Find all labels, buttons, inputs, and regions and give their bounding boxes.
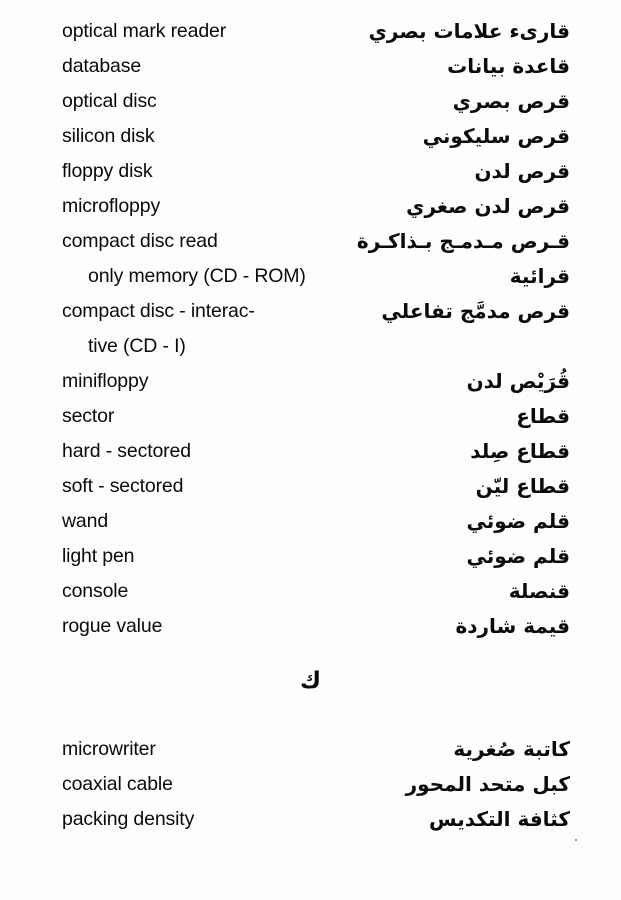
glossary-entry: silicon disk قرص سليكوني [0, 119, 621, 154]
glossary-entry: optical mark reader قارىء علامات بصري [0, 14, 621, 49]
glossary-entry: packing density كثافة التكديس [0, 802, 621, 841]
arabic-term: قرص لدن [270, 154, 570, 189]
glossary-entry: light pen قلم ضوئي [0, 539, 621, 574]
arabic-term-line: قطاع ليّن [475, 474, 570, 498]
scanned-glossary-page: optical mark reader قارىء علامات بصري data… [0, 0, 621, 900]
glossary-entry: wand قلم ضوئي [0, 504, 621, 539]
glossary-entry: hard - sectored قطاع صِلد [0, 434, 621, 469]
glossary-entry: microfloppy قرص لدن صغري [0, 189, 621, 224]
section-divider: ك [0, 644, 621, 732]
glossary-entry: database قاعدة بيانات [0, 49, 621, 84]
arabic-term-line: قرص لدن [474, 159, 570, 183]
glossary-entry: compact disc - interac-tive (CD - I) قرص … [0, 294, 621, 364]
glossary-section-qaf: optical mark reader قارىء علامات بصري data… [0, 14, 621, 644]
section-letter-kaf: ك [299, 668, 322, 694]
arabic-term-line: كثافة التكديس [429, 807, 570, 831]
arabic-term: قاعدة بيانات [270, 49, 570, 84]
arabic-term-line: قاعدة بيانات [447, 54, 570, 78]
arabic-term-line: قرص مدمَّج تفاعلي [381, 299, 570, 323]
arabic-term-line: قيمة شاردة [455, 614, 570, 638]
arabic-term: قارىء علامات بصري [270, 14, 570, 49]
arabic-term-line: قـرص مـدمـج بـذاكـرة [356, 229, 570, 253]
glossary-entry: soft - sectored قطاع ليّن [0, 469, 621, 504]
glossary-entry: minifloppy قُرَيْص لدن [0, 364, 621, 399]
arabic-term-line: قرائية [509, 264, 570, 288]
glossary-entry: console قنصلة [0, 574, 621, 609]
arabic-term-line: قارىء علامات بصري [368, 19, 570, 43]
arabic-term-line: قرص لدن صغري [406, 194, 570, 218]
arabic-term: كبل متحد المحور [270, 767, 570, 802]
arabic-term: قـرص مـدمـج بـذاكـرة قرائية [270, 224, 570, 294]
glossary-entry: optical disc قرص بصري [0, 84, 621, 119]
arabic-term-line: قلم ضوئي [466, 509, 570, 533]
arabic-term: قطاع صِلد [270, 434, 570, 469]
arabic-term-line: قرص بصري [452, 89, 570, 113]
arabic-term: قيمة شاردة [270, 609, 570, 644]
arabic-term-line: قُرَيْص لدن [466, 369, 570, 393]
glossary-entry: compact disc read only memory (CD - ROM) ق… [0, 224, 621, 294]
glossary-entry: sector قطاع [0, 399, 621, 434]
arabic-term: قرص بصري [270, 84, 570, 119]
arabic-term: قُرَيْص لدن [270, 364, 570, 399]
arabic-term: قرص مدمَّج تفاعلي [270, 294, 570, 364]
arabic-term: قلم ضوئي [270, 504, 570, 539]
arabic-term-line: قرص سليكوني [422, 124, 570, 148]
glossary-entry: coaxial cable كبل متحد المحور [0, 767, 621, 802]
arabic-term-line [270, 329, 570, 364]
arabic-term: قلم ضوئي [270, 539, 570, 574]
arabic-term: قنصلة [270, 574, 570, 609]
glossary-entry-list: optical mark reader قارىء علامات بصري data… [0, 14, 621, 841]
scan-artifact-speck [575, 839, 577, 841]
glossary-entry: microwriter كاتبة صُغرية [0, 732, 621, 767]
arabic-term: قرص لدن صغري [270, 189, 570, 224]
arabic-term: قرص سليكوني [270, 119, 570, 154]
arabic-term-line: قطاع [516, 404, 570, 428]
arabic-term: قطاع [270, 399, 570, 434]
arabic-term-line: قطاع صِلد [470, 439, 570, 463]
glossary-section-kaf: microwriter كاتبة صُغرية coaxial cable كبل … [0, 732, 621, 841]
arabic-term-line: قلم ضوئي [466, 544, 570, 568]
arabic-term: كاتبة صُغرية [270, 732, 570, 767]
arabic-term-line: كاتبة صُغرية [453, 737, 570, 761]
glossary-entry: floppy disk قرص لدن [0, 154, 621, 189]
glossary-entry: rogue value قيمة شاردة [0, 609, 621, 644]
arabic-term-line: كبل متحد المحور [405, 772, 570, 796]
arabic-term-line: قنصلة [508, 579, 570, 603]
arabic-term: قطاع ليّن [270, 469, 570, 504]
arabic-term: كثافة التكديس [270, 802, 570, 837]
